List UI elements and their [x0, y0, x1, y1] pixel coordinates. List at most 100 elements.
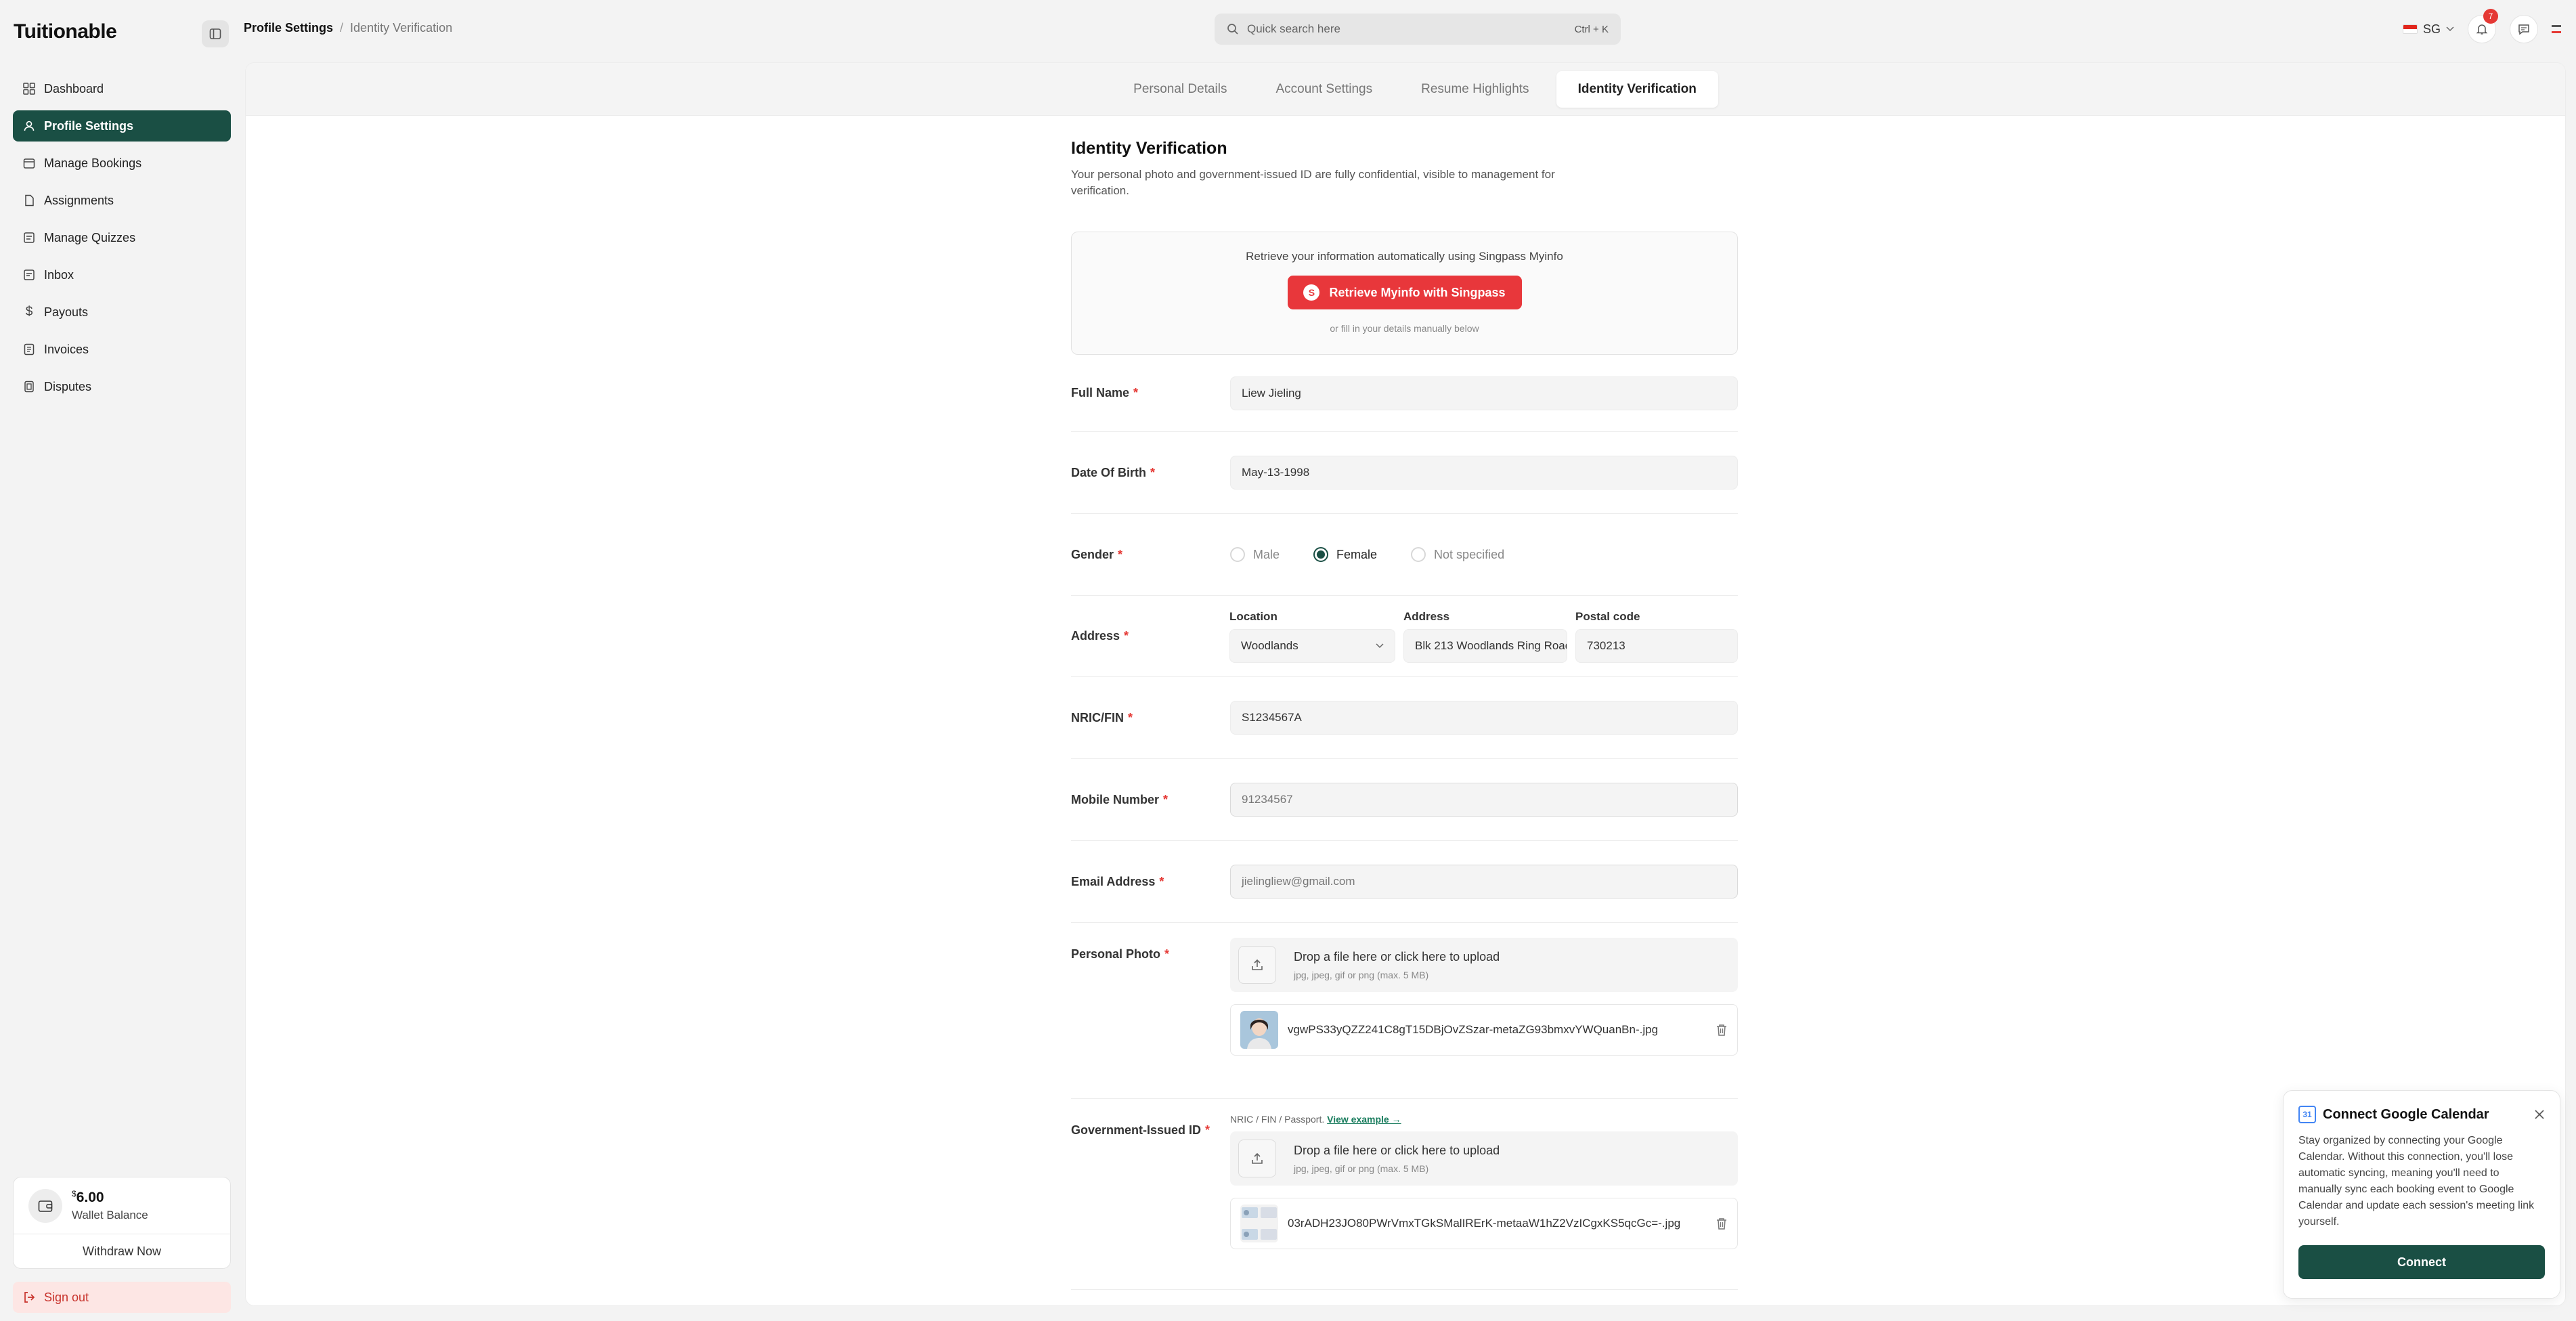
- sidebar-item-dashboard[interactable]: Dashboard: [13, 73, 231, 104]
- tab-bar: Personal Details Account Settings Resume…: [246, 63, 2565, 116]
- singpass-retrieve-button[interactable]: S Retrieve Myinfo with Singpass: [1287, 276, 1522, 309]
- wallet-amount: $6.00: [72, 1189, 104, 1205]
- google-calendar-icon: 31: [2298, 1106, 2316, 1123]
- field-label: Full Name *: [1071, 386, 1139, 399]
- page-subtitle: Your personal photo and government-issue…: [1071, 168, 1555, 197]
- sidebar-item-manage-quizzes[interactable]: Manage Quizzes: [13, 222, 231, 253]
- form-row-nric: NRIC/FIN * S1234567A: [1071, 677, 1738, 759]
- id-thumbnail: [1240, 1205, 1278, 1242]
- app-logo[interactable]: Tuitionable: [14, 20, 117, 43]
- window-controls: [2552, 25, 2561, 33]
- gender-radio-male[interactable]: Male: [1230, 547, 1280, 562]
- minimize-icon[interactable]: [2552, 25, 2561, 27]
- tab-identity-verification[interactable]: Identity Verification: [1556, 70, 1718, 108]
- postal-code-field[interactable]: 730213: [1575, 628, 1738, 663]
- date-of-birth-field[interactable]: May-13-1998: [1230, 456, 1738, 490]
- singpass-panel: Retrieve your information automatically …: [1071, 232, 1738, 355]
- tab-account-settings[interactable]: Account Settings: [1254, 71, 1395, 108]
- trash-icon[interactable]: [1716, 1023, 1728, 1037]
- government-id-upload[interactable]: Drop a file here or click here to upload…: [1230, 1131, 1738, 1186]
- sidebar-item-disputes[interactable]: Disputes: [13, 371, 231, 402]
- singpass-icon: S: [1303, 284, 1320, 301]
- sidebar: Tuitionable Dashboard Profile Settings M…: [0, 0, 240, 1321]
- form-row-gender: Gender * Male Female Not specified: [1071, 514, 1738, 596]
- gender-radio-not-specified[interactable]: Not specified: [1411, 547, 1504, 562]
- withdraw-button[interactable]: Withdraw Now: [14, 1234, 230, 1268]
- language-selector[interactable]: SG: [2402, 22, 2454, 37]
- main-panel: Personal Details Account Settings Resume…: [245, 62, 2566, 1306]
- postal-code-label: Postal code: [1575, 609, 1640, 623]
- sidebar-item-profile-settings[interactable]: Profile Settings: [13, 110, 231, 142]
- sign-out-icon: [24, 1292, 35, 1303]
- singpass-note: or fill in your details manually below: [1330, 323, 1479, 334]
- sidebar-item-inbox[interactable]: Inbox: [13, 259, 231, 290]
- field-label: NRIC/FIN *: [1071, 710, 1133, 724]
- field-label: Gender *: [1071, 547, 1123, 561]
- notifications-button[interactable]: 7: [2468, 9, 2498, 43]
- chevron-down-icon: [2446, 26, 2454, 32]
- search-placeholder: Quick search here: [1247, 22, 1340, 35]
- form-row-government-id: Government-Issued ID * NRIC / FIN / Passp…: [1071, 1099, 1738, 1290]
- sidebar-toggle-button[interactable]: [202, 20, 229, 47]
- sidebar-item-payouts[interactable]: $ Payouts: [13, 297, 231, 328]
- popup-body: Stay organized by connecting your Google…: [2298, 1135, 2535, 1228]
- email-field[interactable]: jielingliew@gmail.com: [1230, 865, 1738, 898]
- google-calendar-popup: 31 Connect Google Calendar Stay organize…: [2283, 1090, 2560, 1299]
- close-window-icon[interactable]: [2552, 31, 2561, 33]
- trash-icon[interactable]: [1716, 1217, 1728, 1230]
- sign-out-label: Sign out: [44, 1290, 89, 1304]
- close-icon[interactable]: [2534, 1109, 2545, 1120]
- gender-radio-female[interactable]: Female: [1313, 547, 1377, 562]
- field-label: Date Of Birth *: [1071, 465, 1156, 479]
- form-row-date-of-birth: Date Of Birth * May-13-1998: [1071, 432, 1738, 514]
- identity-form: Identity Verification Your personal phot…: [1071, 139, 1738, 1290]
- bell-icon: [2476, 24, 2488, 35]
- tab-personal-details[interactable]: Personal Details: [1112, 71, 1248, 108]
- sidebar-item-manage-bookings[interactable]: Manage Bookings: [13, 148, 231, 179]
- user-icon: [22, 119, 36, 133]
- full-name-field[interactable]: Liew Jieling: [1230, 376, 1738, 410]
- grid-icon: [22, 82, 36, 95]
- topbar-actions: SG 7: [2402, 9, 2561, 43]
- sidebar-item-assignments[interactable]: Assignments: [13, 185, 231, 216]
- field-label: Personal Photo *: [1071, 947, 1170, 961]
- breadcrumb: Profile Settings / Identity Verification: [244, 21, 452, 35]
- personal-photo-upload[interactable]: Drop a file here or click here to upload…: [1230, 938, 1738, 992]
- sidebar-item-label: Profile Settings: [44, 118, 134, 133]
- upload-text: Drop a file here or click here to upload: [1294, 1143, 1500, 1157]
- notification-count-badge: 7: [2483, 9, 2498, 24]
- mobile-number-field[interactable]: 91234567: [1230, 783, 1738, 817]
- government-id-hint: NRIC / FIN / Passport. View example →: [1230, 1114, 1401, 1125]
- popup-title: Connect Google Calendar: [2323, 1106, 2489, 1122]
- tab-resume-highlights[interactable]: Resume Highlights: [1399, 71, 1550, 108]
- messages-button[interactable]: [2510, 15, 2538, 43]
- singpass-button-label: Retrieve Myinfo with Singpass: [1329, 285, 1506, 299]
- sidebar-item-label: Dashboard: [44, 81, 104, 95]
- breadcrumb-parent[interactable]: Profile Settings: [244, 21, 333, 35]
- search-input[interactable]: Quick search here Ctrl + K: [1215, 14, 1621, 45]
- location-select[interactable]: Woodlands: [1229, 628, 1395, 663]
- dollar-icon: $: [25, 305, 33, 319]
- dispute-icon: [22, 380, 36, 393]
- file-name: 03rADH23JO80PWrVmxTGkSMalIRErK-metaaW1hZ…: [1288, 1217, 1681, 1230]
- sidebar-item-label: Manage Bookings: [44, 156, 142, 170]
- view-example-link[interactable]: View example →: [1327, 1114, 1401, 1125]
- connect-button[interactable]: Connect: [2298, 1245, 2545, 1279]
- sidebar-item-label: Inbox: [44, 267, 74, 282]
- sidebar-item-label: Assignments: [44, 193, 114, 207]
- form-row-mobile: Mobile Number * 91234567: [1071, 759, 1738, 841]
- field-label: Email Address *: [1071, 874, 1164, 888]
- form-row-email: Email Address * jielingliew@gmail.com: [1071, 841, 1738, 923]
- quiz-icon: [22, 231, 36, 244]
- nric-field[interactable]: S1234567A: [1230, 701, 1738, 735]
- form-row-full-name: Full Name * Liew Jieling: [1071, 355, 1738, 432]
- upload-hint: jpg, jpeg, gif or png (max. 5 MB): [1294, 1163, 1429, 1174]
- address-field[interactable]: Blk 213 Woodlands Ring Road: [1403, 628, 1567, 663]
- field-label: Address *: [1071, 629, 1129, 643]
- sign-out-button[interactable]: Sign out: [13, 1282, 231, 1313]
- photo-thumbnail: [1240, 1011, 1278, 1049]
- sidebar-item-invoices[interactable]: Invoices: [13, 334, 231, 365]
- field-label: Mobile Number *: [1071, 792, 1169, 806]
- chat-icon: [2518, 24, 2529, 35]
- search-icon: [1227, 24, 1238, 35]
